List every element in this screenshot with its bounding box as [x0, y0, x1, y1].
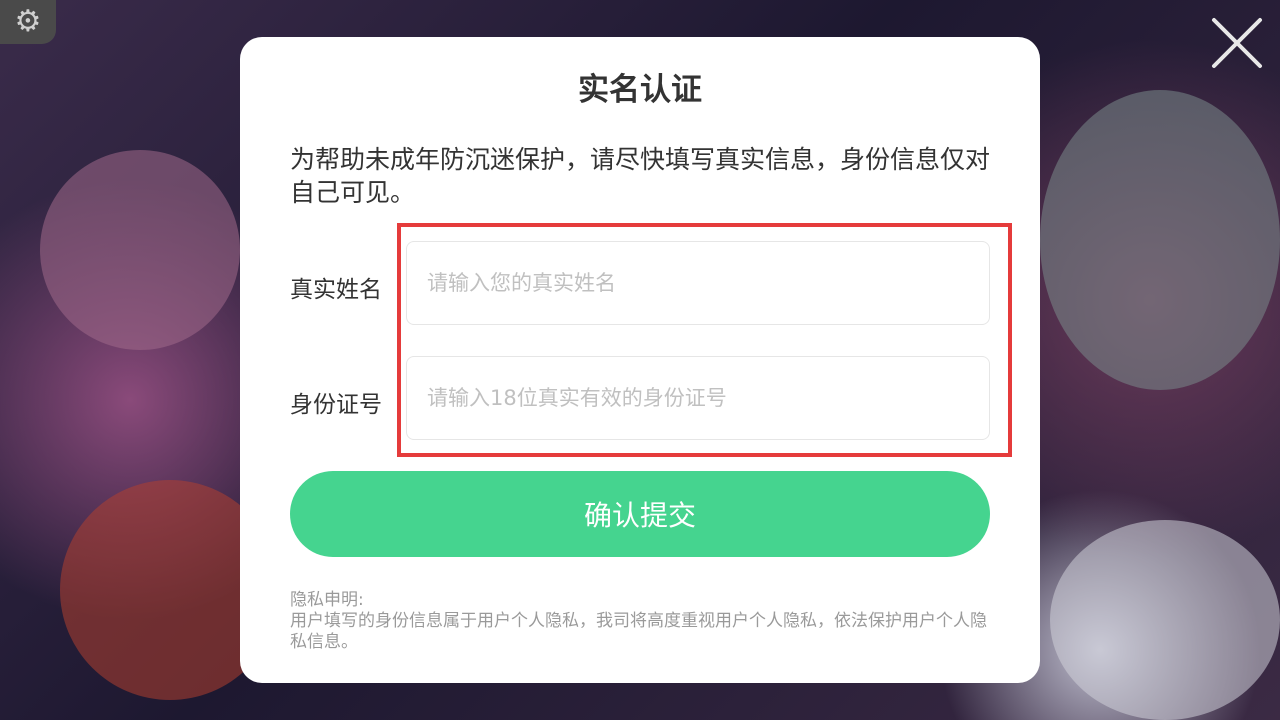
background-character-right-lower — [1050, 520, 1280, 720]
id-field-label: 身份证号 — [290, 392, 382, 418]
privacy-title: 隐私申明: — [290, 590, 364, 610]
gear-icon: ⚙ — [14, 4, 42, 39]
name-field-label: 真实姓名 — [290, 277, 382, 303]
submit-button[interactable]: 确认提交 — [290, 471, 990, 557]
dialog-title: 实名认证 — [578, 72, 702, 108]
input-highlight-box — [397, 223, 1012, 457]
close-icon — [1212, 18, 1262, 68]
settings-button[interactable]: ⚙ — [0, 0, 56, 44]
privacy-text: 用户填写的身份信息属于用户个人隐私，我司将高度重视用户个人隐私，依法保护用户个人… — [290, 611, 987, 652]
dialog-intro-text: 为帮助未成年防沉迷保护，请尽快填写真实信息，身份信息仅对自己可见。 — [290, 145, 991, 207]
privacy-statement: 隐私申明: 用户填写的身份信息属于用户个人隐私，我司将高度重视用户个人隐私，依法… — [290, 590, 995, 653]
background-character-left — [40, 150, 240, 350]
background-character-right — [1040, 90, 1280, 390]
real-name-verification-dialog: 实名认证 为帮助未成年防沉迷保护，请尽快填写真实信息，身份信息仅对自己可见。 真… — [240, 37, 1040, 683]
close-button[interactable] — [1208, 14, 1266, 72]
